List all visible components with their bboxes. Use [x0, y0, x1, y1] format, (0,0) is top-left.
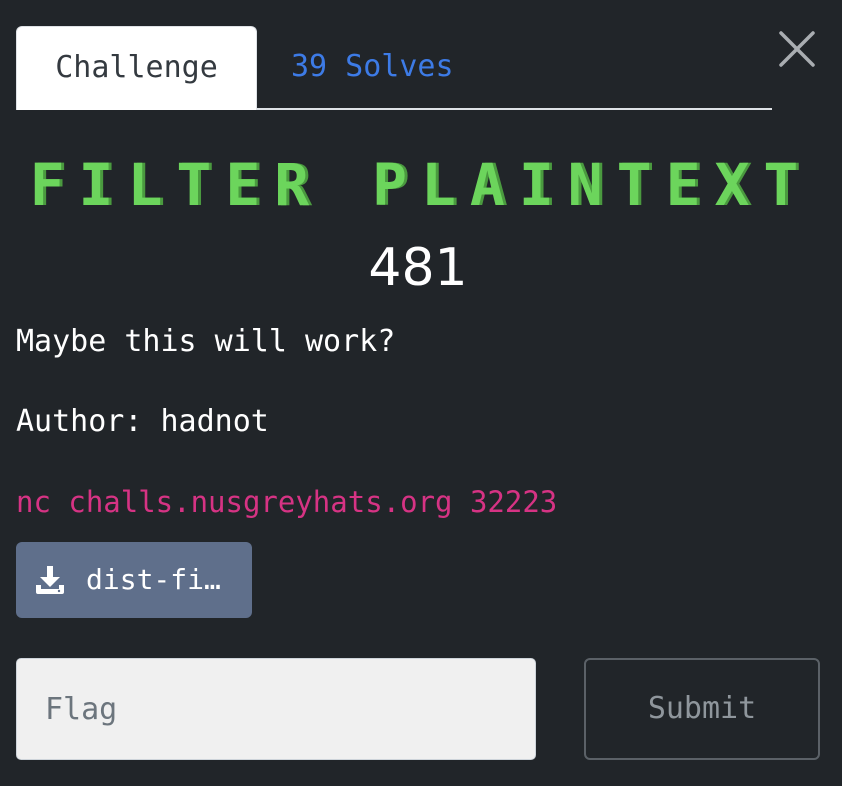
challenge-tabs: Challenge 39 Solves: [16, 26, 772, 110]
download-icon: [36, 566, 64, 594]
file-download-label: dist-fi…: [86, 563, 221, 596]
submit-button[interactable]: Submit: [584, 658, 820, 760]
challenge-value: 481: [368, 238, 468, 298]
flag-input[interactable]: [16, 658, 536, 760]
challenge-author: Author: hadnot: [16, 404, 269, 439]
tab-challenge[interactable]: Challenge: [16, 26, 257, 110]
file-download-button[interactable]: dist-fi…: [16, 542, 252, 618]
connection-command: nc challs.nusgreyhats.org 32223: [16, 485, 558, 519]
challenge-name: FILTER PLAINTEXT: [29, 151, 813, 219]
challenge-description: Maybe this will work?: [16, 324, 396, 359]
tab-solves[interactable]: 39 Solves: [274, 26, 480, 108]
close-icon: [779, 31, 815, 67]
close-button[interactable]: [776, 28, 818, 70]
